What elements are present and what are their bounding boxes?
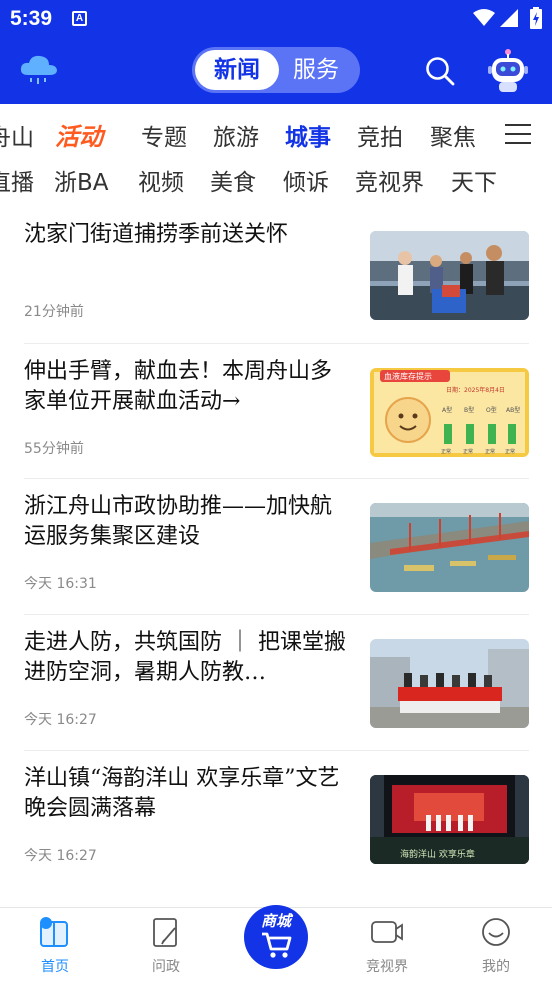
channel-tab[interactable]: 竞视界: [355, 163, 424, 197]
blood-group-label: A型: [442, 406, 452, 414]
status-bar: 5:39 A: [0, 0, 552, 38]
stage-caption: 海韵洋山 欢享乐章: [400, 848, 475, 860]
weather-cloud-icon[interactable]: [19, 53, 59, 85]
battery-icon: [530, 7, 542, 29]
nav-inquiry-label: 问政: [152, 959, 180, 975]
ai-assistant-robot-icon[interactable]: [486, 48, 530, 94]
news-item[interactable]: 洋山镇“海韵洋山 欢享乐章”文艺晚会圆满落幕 今天 16:27 海韵洋山 欢享乐…: [24, 750, 529, 886]
app-header: 新闻 服务: [0, 40, 552, 104]
bottom-nav: 首页 问政 商城 竞视界 我的: [0, 905, 552, 983]
poster-heading: 血液库存提示: [384, 371, 432, 381]
news-thumbnail: 海韵洋山 欢享乐章: [370, 775, 529, 864]
status-time: 5:39: [10, 7, 53, 30]
wifi-icon: [473, 9, 495, 26]
channel-tab-active[interactable]: 城事: [285, 118, 331, 152]
blood-status-label: 正常: [485, 448, 495, 455]
blood-status-label: 正常: [441, 448, 451, 455]
news-title: 伸出手臂，献血去！本周舟山多家单位开展献血活动→: [24, 359, 333, 414]
nav-inquiry[interactable]: 问政: [126, 916, 206, 976]
channel-tab[interactable]: 竞拍: [357, 118, 403, 152]
channel-tab[interactable]: 倾诉: [283, 163, 329, 197]
news-item[interactable]: 浙江舟山市政协助推——加快航运服务集聚区建设 今天 16:31: [24, 478, 529, 614]
channel-tab[interactable]: 旅游: [213, 118, 259, 152]
blood-group-label: AB型: [506, 406, 520, 414]
news-time: 今天 16:31: [24, 576, 97, 592]
news-time: 21分钟前: [24, 304, 84, 320]
news-title: 浙江舟山市政协助推——加快航运服务集聚区建设: [24, 494, 333, 549]
tab-news[interactable]: 新闻: [195, 50, 279, 90]
news-title: 洋山镇“海韵洋山 欢享乐章”文艺晚会圆满落幕: [24, 766, 340, 821]
sim-icon: A: [72, 11, 87, 26]
channel-tab[interactable]: 浙BA: [54, 163, 109, 197]
channel-tab[interactable]: 聚焦: [430, 118, 476, 152]
news-item[interactable]: 沈家门街道捕捞季前送关怀 21分钟前: [24, 206, 529, 342]
news-time: 今天 16:27: [24, 848, 97, 864]
shopping-cart-icon: [262, 932, 292, 958]
news-thumbnail: [370, 231, 529, 320]
news-thumbnail: [370, 639, 529, 728]
news-item[interactable]: 伸出手臂，献血去！本周舟山多家单位开展献血活动→ 55分钟前 血液库存提示 日期…: [24, 343, 529, 479]
news-thumbnail: 血液库存提示 日期：2025年8月4日 A型 B型 O型 AB型 正常 正常 正…: [370, 368, 529, 457]
channel-tab-activity[interactable]: 活动: [55, 117, 103, 152]
news-time: 55分钟前: [24, 441, 84, 457]
news-service-toggle[interactable]: 新闻 服务: [192, 47, 360, 93]
smile-icon: [482, 918, 510, 946]
channel-tab[interactable]: 视频: [138, 163, 184, 197]
home-icon: [40, 917, 68, 947]
news-item[interactable]: 走进人防，共筑国防 ｜ 把课堂搬进防空洞，暑期人防教… 今天 16:27: [24, 614, 529, 750]
news-title: 沈家门街道捕捞季前送关怀: [24, 222, 289, 247]
poster-date: 日期：2025年8月4日: [446, 386, 505, 394]
nav-home[interactable]: 首页: [15, 916, 95, 976]
edit-doc-icon: [153, 918, 177, 947]
mall-label: 商城: [260, 912, 291, 930]
nav-profile[interactable]: 我的: [456, 916, 536, 976]
video-icon: [371, 921, 403, 943]
search-icon[interactable]: [425, 56, 455, 86]
nav-profile-label: 我的: [482, 959, 510, 975]
channel-tab[interactable]: 天下: [451, 163, 497, 197]
channel-tab[interactable]: 专题: [141, 118, 187, 152]
channel-tab[interactable]: 舟山: [0, 118, 34, 152]
blood-status-label: 正常: [463, 448, 473, 455]
blood-group-label: B型: [464, 406, 474, 414]
channel-tab[interactable]: 直播: [0, 163, 34, 197]
news-title: 走进人防，共筑国防 ｜ 把课堂搬进防空洞，暑期人防教…: [24, 630, 346, 685]
channel-menu-icon[interactable]: [505, 124, 531, 146]
nav-vision-label: 竞视界: [366, 959, 408, 975]
channel-tab[interactable]: 美食: [210, 163, 256, 197]
top-bar: 5:39 A 新闻 服务: [0, 0, 552, 104]
blood-status-label: 正常: [505, 448, 515, 455]
signal-icon: [500, 9, 518, 27]
news-time: 今天 16:27: [24, 712, 97, 728]
channel-tabs: 舟山 活动 专题 旅游 城事 竞拍 聚焦 直播 浙BA 视频 美食 倾诉 竞视界…: [0, 104, 552, 204]
tab-service[interactable]: 服务: [274, 50, 358, 90]
nav-vision[interactable]: 竞视界: [347, 916, 427, 976]
mall-button[interactable]: 商城: [244, 905, 308, 969]
news-thumbnail: [370, 503, 529, 592]
nav-home-label: 首页: [41, 959, 69, 975]
blood-group-label: O型: [486, 406, 497, 414]
